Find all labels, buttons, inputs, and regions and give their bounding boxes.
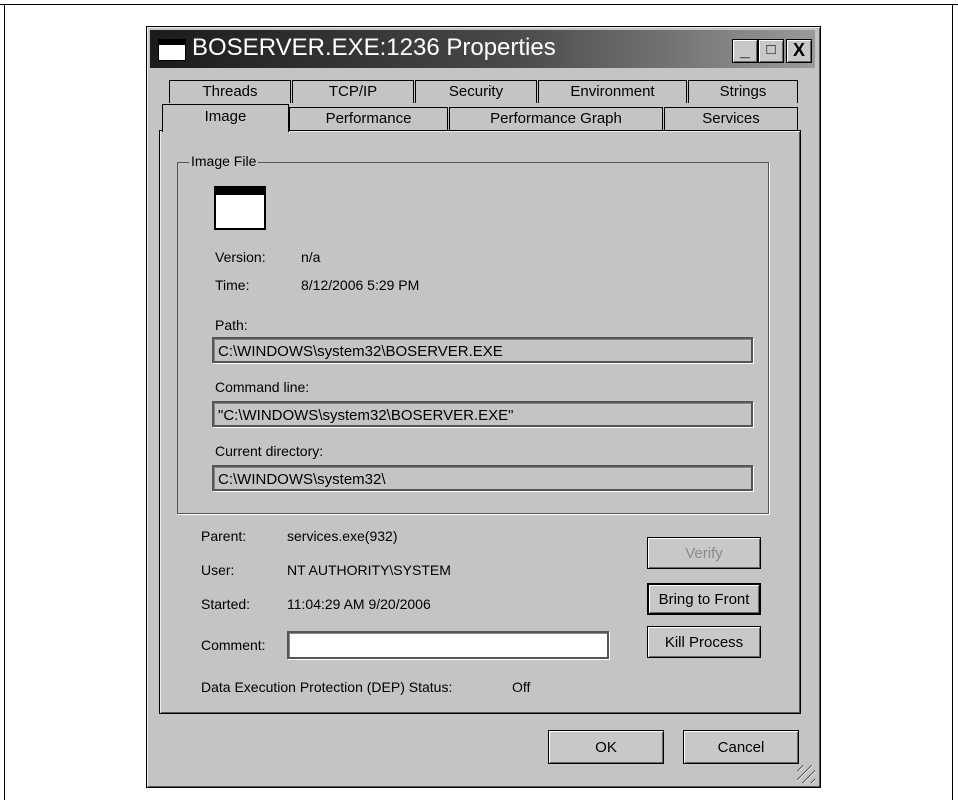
- image-file-group-label: Image File: [189, 153, 259, 169]
- dep-status-value: Off: [512, 679, 531, 695]
- parent-value: services.exe(932): [287, 528, 398, 544]
- user-value: NT AUTHORITY\SYSTEM: [287, 562, 451, 578]
- application-window-icon: [214, 186, 266, 230]
- path-field[interactable]: C:\WINDOWS\system32\BOSERVER.EXE: [212, 337, 753, 363]
- tab-image[interactable]: Image: [162, 104, 289, 132]
- tab-environment[interactable]: Environment: [538, 80, 687, 103]
- started-value: 11:04:29 AM 9/20/2006: [287, 596, 431, 612]
- user-label: User:: [201, 562, 235, 578]
- tab-performance[interactable]: Performance: [289, 107, 448, 130]
- tab-services[interactable]: Services: [664, 107, 798, 130]
- tab-strings[interactable]: Strings: [688, 80, 798, 103]
- resize-grip-icon[interactable]: [797, 765, 815, 783]
- current-directory-field[interactable]: C:\WINDOWS\system32\: [212, 465, 753, 491]
- maximize-button[interactable]: □: [758, 39, 784, 63]
- ok-button[interactable]: OK: [548, 730, 664, 764]
- time-label: Time:: [215, 277, 250, 293]
- bring-to-front-button[interactable]: Bring to Front: [647, 583, 761, 615]
- dep-status-label: Data Execution Protection (DEP) Status:: [201, 679, 453, 695]
- cancel-button[interactable]: Cancel: [683, 730, 799, 764]
- frame-left-line: [4, 4, 5, 800]
- frame-right-line: [952, 4, 953, 800]
- tab-threads[interactable]: Threads: [169, 80, 291, 103]
- parent-label: Parent:: [201, 528, 247, 544]
- command-line-label: Command line:: [215, 379, 310, 395]
- tab-tcpip[interactable]: TCP/IP: [292, 80, 414, 103]
- verify-button[interactable]: Verify: [647, 537, 761, 569]
- comment-label: Comment:: [201, 637, 266, 653]
- started-label: Started:: [201, 596, 251, 612]
- kill-process-button[interactable]: Kill Process: [647, 626, 761, 658]
- comment-input[interactable]: [287, 631, 609, 659]
- tab-security[interactable]: Security: [415, 80, 537, 103]
- minimize-button[interactable]: _: [732, 39, 758, 63]
- command-line-field[interactable]: "C:\WINDOWS\system32\BOSERVER.EXE": [212, 401, 753, 427]
- version-label: Version:: [215, 249, 266, 265]
- frame-top-line: [0, 4, 958, 5]
- time-value: 8/12/2006 5:29 PM: [301, 277, 420, 293]
- window-title: BOSERVER.EXE:1236 Properties: [192, 34, 556, 61]
- version-value: n/a: [301, 249, 321, 265]
- application-window-icon: [158, 39, 186, 61]
- tab-performance-graph[interactable]: Performance Graph: [449, 107, 663, 130]
- title-bar[interactable]: BOSERVER.EXE:1236 Properties _ □ X: [150, 30, 815, 68]
- path-label: Path:: [215, 317, 248, 333]
- current-directory-label: Current directory:: [215, 443, 324, 459]
- properties-dialog: BOSERVER.EXE:1236 Properties _ □ X Threa…: [146, 26, 821, 788]
- close-button[interactable]: X: [786, 39, 812, 63]
